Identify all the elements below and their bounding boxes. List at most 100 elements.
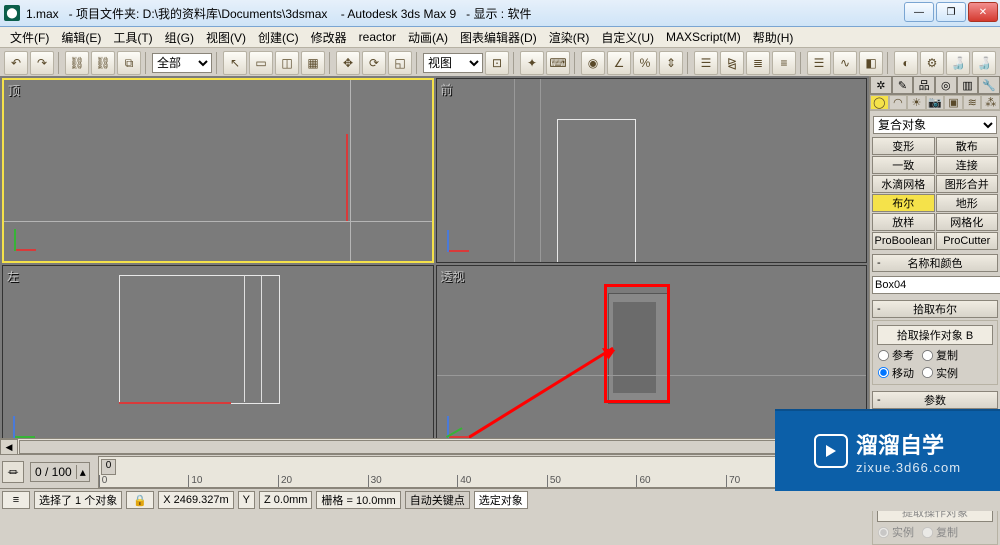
snap-button[interactable]: ◉	[581, 51, 605, 75]
menu-grapheditors[interactable]: 图表编辑器(D)	[454, 29, 543, 46]
menu-create[interactable]: 创建(C)	[252, 29, 305, 46]
conform-button[interactable]: 一致	[872, 156, 935, 174]
utilities-tab[interactable]: 🔧	[978, 76, 1000, 94]
viewport-scrollbar[interactable]: ◀ ▶	[0, 438, 870, 455]
selection-set-dropdown[interactable]: 选定对象	[474, 491, 528, 509]
material-editor-button[interactable]: ◐	[894, 51, 918, 75]
select-region-button[interactable]: ◫	[275, 51, 299, 75]
align-button[interactable]: ≣	[746, 51, 770, 75]
loft-button[interactable]: 放样	[872, 213, 935, 231]
morph-button[interactable]: 变形	[872, 137, 935, 155]
autokey-button[interactable]: 自动关键点	[405, 491, 470, 509]
radio-extract-instance[interactable]: 实例	[877, 524, 914, 540]
menu-file[interactable]: 文件(F)	[4, 29, 55, 46]
helpers-button[interactable]: ▣	[944, 95, 963, 110]
rotate-button[interactable]: ⟳	[362, 51, 386, 75]
viewport-top[interactable]: 顶	[2, 78, 434, 263]
shapemerge-button[interactable]: 图形合并	[936, 175, 999, 193]
bind-button[interactable]: ⧉	[117, 51, 141, 75]
modify-tab[interactable]: ✎	[892, 76, 914, 94]
pick-operand-b-button[interactable]: 拾取操作对象 B	[877, 325, 993, 345]
display-tab[interactable]: ▥	[957, 76, 979, 94]
menu-animation[interactable]: 动画(A)	[402, 29, 454, 46]
name-color-rollout-header[interactable]: -名称和颜色	[872, 254, 998, 272]
geometry-button[interactable]: ◯	[870, 95, 889, 110]
object-name-field[interactable]	[872, 276, 1000, 294]
schematic-button[interactable]: ◧	[859, 51, 883, 75]
radio-copy[interactable]: 复制	[921, 347, 958, 363]
proboolean-button[interactable]: ProBoolean	[872, 232, 935, 250]
window-crossing-button[interactable]: ▦	[301, 51, 325, 75]
procutter-button[interactable]: ProCutter	[936, 232, 999, 250]
menu-edit[interactable]: 编辑(E)	[55, 29, 107, 46]
scroll-left-button[interactable]: ◀	[0, 439, 18, 455]
connect-button[interactable]: 连接	[936, 156, 999, 174]
quickalign-button[interactable]: ≡	[772, 51, 796, 75]
watermark-title: 溜溜自学	[856, 428, 961, 460]
spinner-snap-button[interactable]: ⇕	[659, 51, 683, 75]
manipulate-button[interactable]: ✦	[520, 51, 544, 75]
render-button[interactable]: 🍶	[946, 51, 970, 75]
menu-help[interactable]: 帮助(H)	[747, 29, 800, 46]
motion-tab[interactable]: ◎	[935, 76, 957, 94]
menu-group[interactable]: 组(G)	[159, 29, 200, 46]
blobmesh-button[interactable]: 水滴网格	[872, 175, 935, 193]
cameras-button[interactable]: 📷	[926, 95, 945, 110]
select-name-button[interactable]: ▭	[249, 51, 273, 75]
curve-editor-button[interactable]: ∿	[833, 51, 857, 75]
lights-button[interactable]: ☀	[907, 95, 926, 110]
percent-snap-button[interactable]: %	[633, 51, 657, 75]
viewport-front[interactable]: 前	[436, 78, 868, 263]
viewport-left[interactable]: 左	[2, 265, 434, 450]
shapes-button[interactable]: ◠	[889, 95, 908, 110]
render-setup-button[interactable]: ⚙	[920, 51, 944, 75]
boolean-button[interactable]: 布尔	[872, 194, 935, 212]
radio-extract-copy[interactable]: 复制	[921, 524, 958, 540]
systems-button[interactable]: ⁂	[981, 95, 1000, 110]
close-button[interactable]: ✕	[968, 2, 998, 22]
hierarchy-tab[interactable]: 品	[913, 76, 935, 94]
radio-reference[interactable]: 参考	[877, 347, 914, 363]
category-dropdown[interactable]: 复合对象	[873, 116, 997, 134]
spacewarps-button[interactable]: ≋	[963, 95, 982, 110]
layers-button[interactable]: ☰	[807, 51, 831, 75]
meshify-button[interactable]: 网格化	[936, 213, 999, 231]
pivot-button[interactable]: ⊡	[485, 51, 509, 75]
select-button[interactable]: ↖	[223, 51, 247, 75]
radio-move[interactable]: 移动	[877, 365, 914, 381]
scatter-button[interactable]: 散布	[936, 137, 999, 155]
current-frame-indicator[interactable]: 0	[101, 459, 117, 475]
create-tab[interactable]: ✲	[870, 76, 892, 94]
parameters-rollout-header[interactable]: -参数	[872, 391, 998, 409]
keyboard-shortcut-button[interactable]: ⌨	[546, 51, 570, 75]
maximize-button[interactable]: ❐	[936, 2, 966, 22]
minimize-button[interactable]: —	[904, 2, 934, 22]
quickrender-button[interactable]: 🍶	[972, 51, 996, 75]
menu-maxscript[interactable]: MAXScript(M)	[660, 30, 747, 44]
menu-rendering[interactable]: 渲染(R)	[543, 29, 596, 46]
terrain-button[interactable]: 地形	[936, 194, 999, 212]
link-button[interactable]: ⛓	[65, 51, 89, 75]
move-button[interactable]: ✥	[336, 51, 360, 75]
unlink-button[interactable]: ⛓	[91, 51, 115, 75]
pick-boolean-rollout-header[interactable]: -拾取布尔	[872, 300, 998, 318]
mirror-button[interactable]: ⧎	[720, 51, 744, 75]
undo-button[interactable]: ↶	[4, 51, 28, 75]
redo-button[interactable]: ↷	[30, 51, 54, 75]
radio-instance[interactable]: 实例	[921, 365, 958, 381]
scale-button[interactable]: ◱	[388, 51, 412, 75]
time-display[interactable]: 0 / 100 ▴	[30, 462, 90, 482]
axis-gizmo-icon	[447, 222, 477, 252]
selection-filter-dropdown[interactable]: 全部	[152, 53, 212, 73]
selection-sets-button[interactable]: ☰	[694, 51, 718, 75]
menu-tools[interactable]: 工具(T)	[107, 29, 158, 46]
angle-snap-button[interactable]: ∠	[607, 51, 631, 75]
menu-customize[interactable]: 自定义(U)	[595, 29, 660, 46]
script-listener-button[interactable]: ≡	[2, 491, 30, 509]
reference-coord-dropdown[interactable]: 视图	[423, 53, 483, 73]
menu-modifiers[interactable]: 修改器	[305, 29, 353, 46]
menu-reactor[interactable]: reactor	[353, 30, 402, 44]
lock-selection-button[interactable]: 🔒	[126, 491, 154, 509]
menu-views[interactable]: 视图(V)	[200, 29, 252, 46]
timeline-config-button[interactable]: ⏛	[2, 461, 24, 483]
